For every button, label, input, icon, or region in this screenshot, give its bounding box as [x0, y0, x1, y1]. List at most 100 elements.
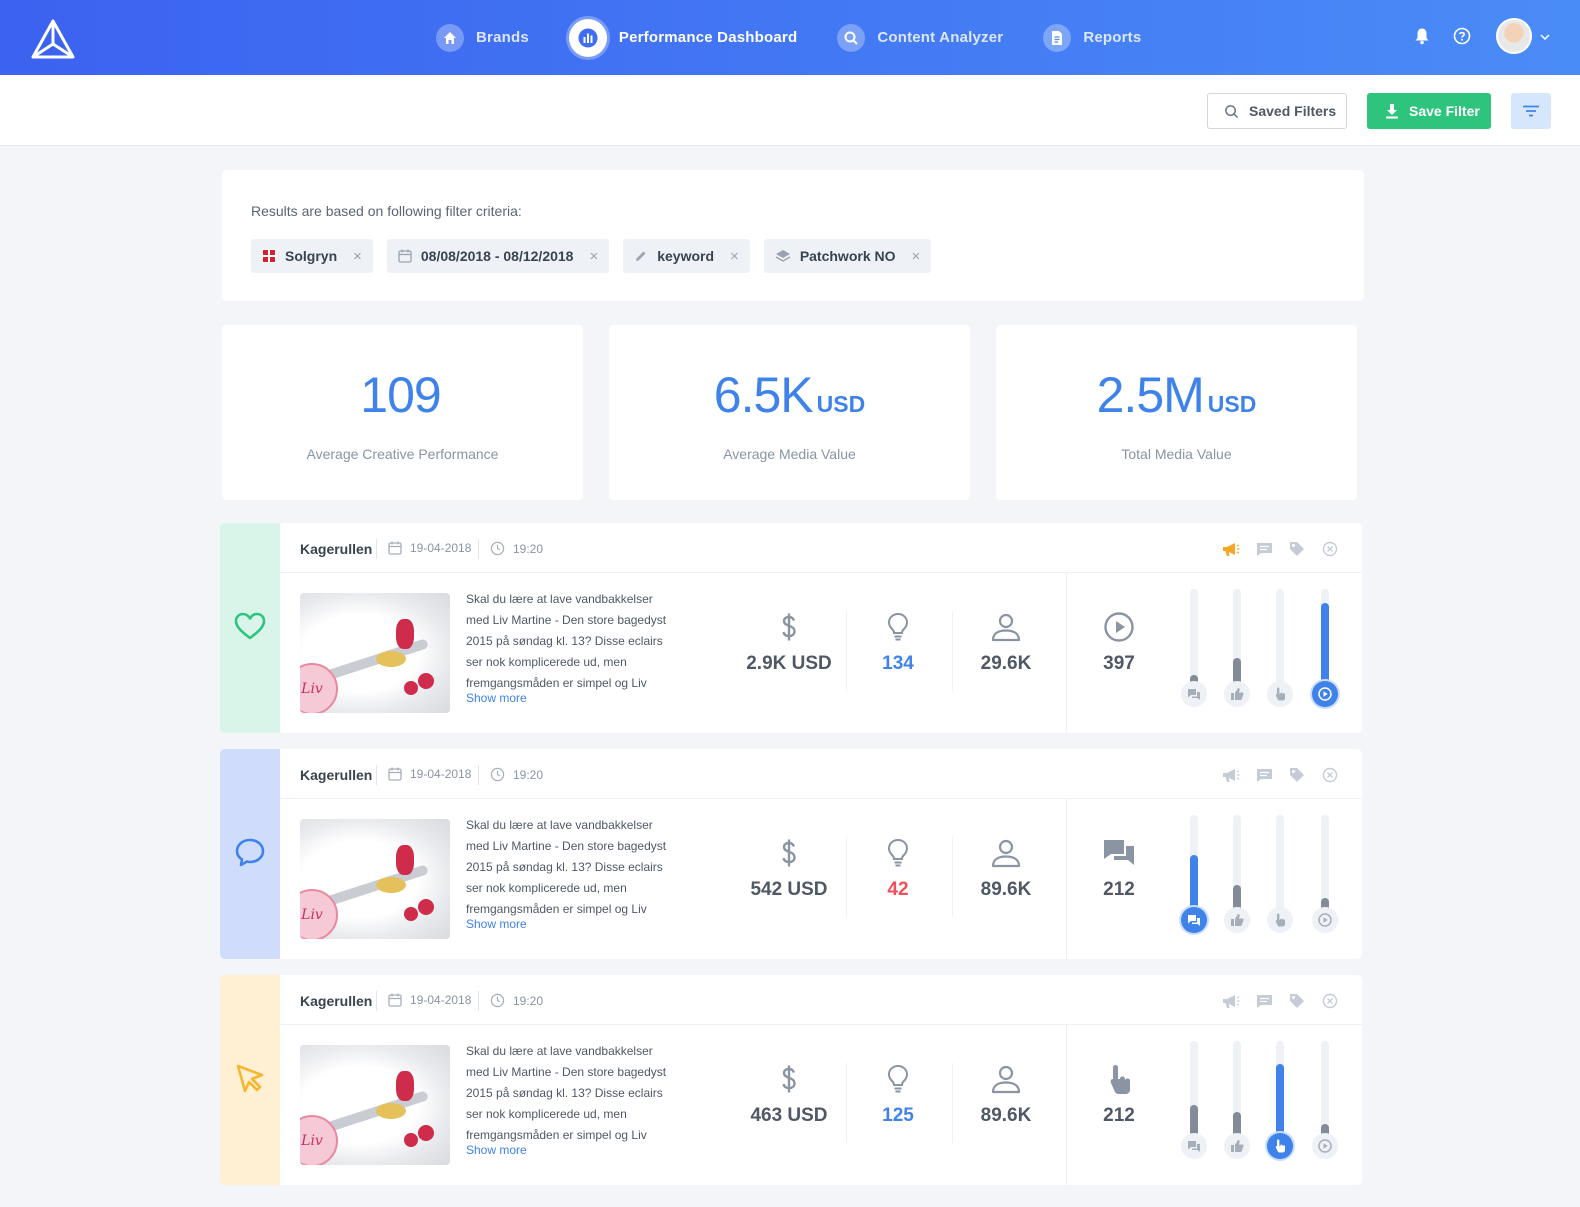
metric-reach: 89.6K [956, 835, 1056, 901]
nav-item-brands[interactable]: Brands [436, 23, 529, 52]
comments-toggle-icon[interactable] [1181, 681, 1207, 707]
calendar-icon [388, 541, 402, 555]
metric-reach: 89.6K [956, 1061, 1056, 1127]
pencil-icon [634, 249, 648, 263]
close-icon[interactable]: × [730, 248, 739, 265]
views-toggle-icon[interactable] [1312, 1133, 1338, 1159]
nav-item-content-analyzer[interactable]: Content Analyzer [837, 23, 1003, 52]
filter-chip-keyword[interactable]: keyword × [623, 239, 750, 273]
likes-toggle-icon[interactable] [1224, 1133, 1250, 1159]
lightbulb-icon [848, 1061, 948, 1097]
post-date-text: 19-04-2018 [410, 767, 472, 781]
user-icon [956, 1061, 1056, 1097]
stat-label: Total Media Value [1121, 446, 1232, 462]
megaphone-icon[interactable] [1221, 765, 1241, 785]
comment-square-icon[interactable] [1254, 991, 1274, 1011]
close-circle-icon[interactable] [1320, 539, 1340, 559]
clicks-toggle-icon[interactable] [1267, 681, 1293, 707]
comment-square-icon[interactable] [1254, 539, 1274, 559]
close-circle-icon[interactable] [1320, 765, 1340, 785]
post-author[interactable]: Kagerullen [300, 993, 372, 1009]
chevron-down-icon[interactable] [1540, 27, 1550, 45]
show-more-link[interactable]: Show more [466, 1143, 527, 1157]
divider [952, 837, 953, 917]
media-value: 542 USD [750, 879, 828, 900]
thumbnail-berry [396, 1071, 414, 1101]
megaphone-icon[interactable] [1221, 991, 1241, 1011]
post-card-1[interactable]: Kagerullen 19-04-2018 19:20 Liv Skal du … [220, 523, 1362, 733]
home-icon [436, 23, 464, 52]
metric-creative-performance: 134 [848, 609, 948, 675]
clicks-toggle-icon[interactable] [1267, 1133, 1293, 1159]
post-thumbnail[interactable]: Liv [300, 593, 450, 713]
post-author[interactable]: Kagerullen [300, 767, 372, 783]
tap-icon [1069, 1061, 1169, 1097]
bar-chart-icon [568, 18, 607, 57]
engagement-bar-likes [1233, 815, 1241, 911]
post-time-text: 19:20 [513, 993, 544, 1008]
post-time-text: 19:20 [513, 767, 544, 782]
stat-total-media-value: 2.5M USD Total Media Value [996, 325, 1357, 500]
likes-toggle-icon[interactable] [1224, 681, 1250, 707]
close-circle-icon[interactable] [1320, 991, 1340, 1011]
close-icon[interactable]: × [589, 248, 598, 265]
close-icon[interactable]: × [353, 248, 362, 265]
post-card-3[interactable]: Kagerullen 19-04-2018 19:20 Liv Skal du … [220, 975, 1362, 1185]
likes-toggle-icon[interactable] [1224, 907, 1250, 933]
comments-toggle-icon[interactable] [1181, 907, 1207, 933]
clicks-toggle-icon[interactable] [1267, 907, 1293, 933]
save-filter-button[interactable]: Save Filter [1367, 93, 1491, 129]
post-time: 19:20 [490, 993, 543, 1008]
metric-reach: 29.6K [956, 609, 1056, 675]
app-logo-icon[interactable] [30, 18, 76, 60]
filter-toggle-button[interactable] [1511, 93, 1551, 129]
views-toggle-icon[interactable] [1312, 907, 1338, 933]
post-thumbnail[interactable]: Liv [300, 1045, 450, 1165]
cursor-icon [234, 1062, 266, 1099]
thumbnail-spoon [321, 638, 429, 682]
nav-label: Performance Dashboard [618, 29, 798, 46]
post-header: Kagerullen 19-04-2018 19:20 [280, 975, 1362, 1025]
comments-toggle-icon[interactable] [1181, 1133, 1207, 1159]
calendar-icon [398, 249, 412, 263]
document-icon [1043, 23, 1072, 52]
nav-label: Brands [476, 29, 529, 46]
post-card-2[interactable]: Kagerullen 19-04-2018 19:20 Liv Skal du … [220, 749, 1362, 959]
nav-label: Reports [1083, 29, 1142, 46]
post-actions [1208, 765, 1340, 785]
user-area [1392, 18, 1550, 54]
help-icon[interactable] [1452, 26, 1472, 46]
search-icon [837, 23, 866, 52]
tag-icon[interactable] [1287, 765, 1307, 785]
views-toggle-icon[interactable] [1312, 681, 1338, 707]
divider [478, 539, 479, 559]
layers-icon [775, 249, 791, 263]
post-thumbnail[interactable]: Liv [300, 819, 450, 939]
nav-item-performance-dashboard[interactable]: Performance Dashboard [568, 18, 798, 57]
filter-chip-date-range[interactable]: 08/08/2018 - 08/12/2018 × [386, 239, 610, 273]
post-author[interactable]: Kagerullen [300, 541, 372, 557]
comment-square-icon[interactable] [1254, 765, 1274, 785]
metric-creative-performance: 42 [848, 835, 948, 901]
main-nav: Brands Performance Dashboard Content Ana… [436, 0, 1181, 75]
post-header: Kagerullen 19-04-2018 19:20 [280, 523, 1362, 573]
stat-number: 109 [360, 367, 441, 423]
bell-icon[interactable] [1412, 26, 1432, 46]
user-icon [956, 835, 1056, 871]
engagement-bar-clicks [1276, 815, 1284, 911]
show-more-link[interactable]: Show more [466, 917, 527, 931]
filter-chip-brand[interactable]: Solgryn × [251, 239, 373, 273]
lightbulb-icon [848, 835, 948, 871]
tag-icon[interactable] [1287, 991, 1307, 1011]
megaphone-icon[interactable] [1221, 539, 1241, 559]
nav-item-reports[interactable]: Reports [1043, 23, 1142, 52]
post-time: 19:20 [490, 767, 543, 782]
thumbnail-spoon [321, 864, 429, 908]
tag-icon[interactable] [1287, 539, 1307, 559]
bar-fill [1321, 603, 1329, 685]
saved-filters-button[interactable]: Saved Filters [1207, 93, 1347, 129]
close-icon[interactable]: × [912, 248, 921, 265]
avatar[interactable] [1496, 18, 1532, 54]
show-more-link[interactable]: Show more [466, 691, 527, 705]
filter-chip-campaign[interactable]: Patchwork NO × [763, 239, 932, 273]
